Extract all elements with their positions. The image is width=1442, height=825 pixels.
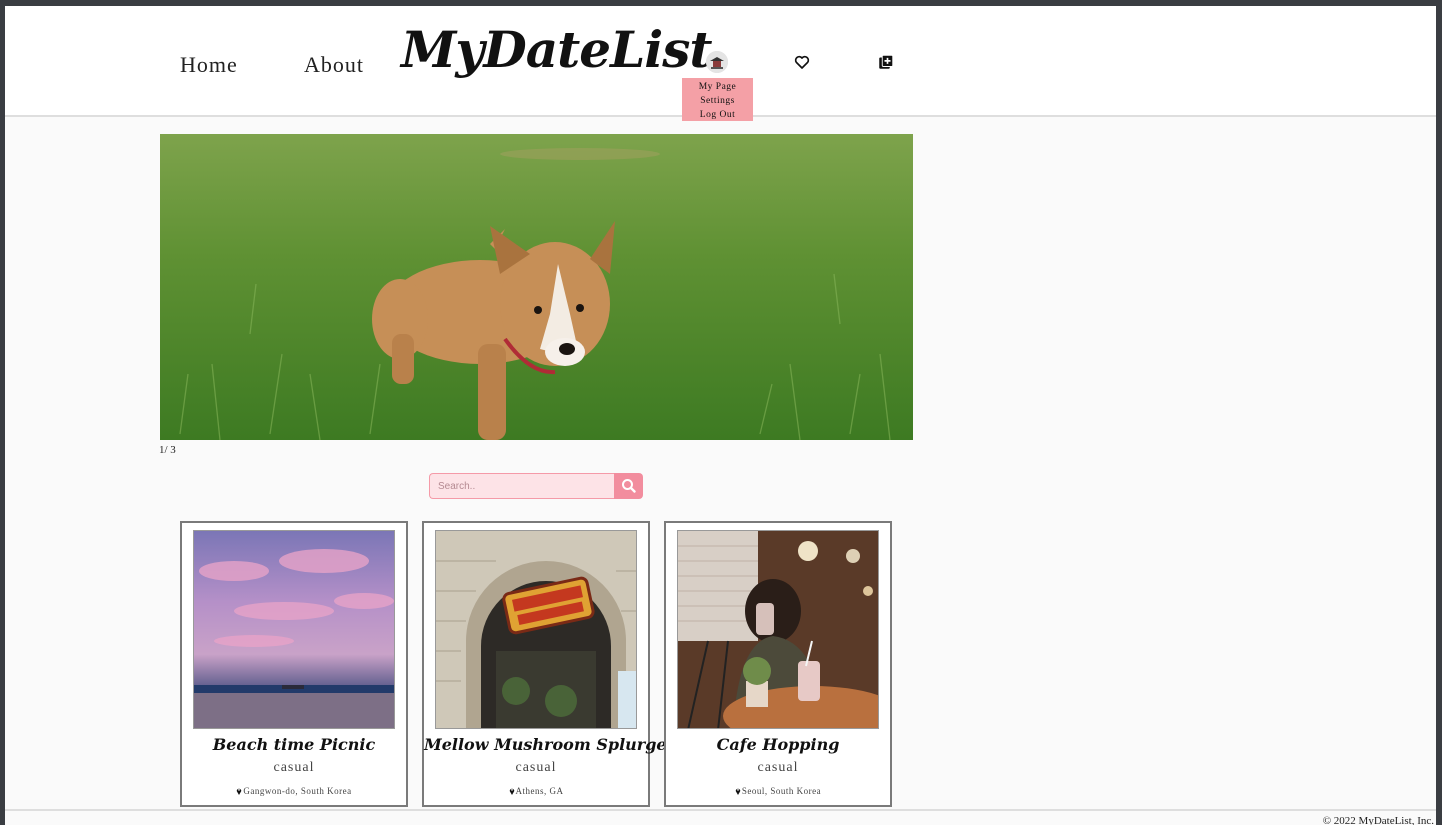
browser-viewport: Home About MyDateList My Page Settings L… xyxy=(5,6,1436,825)
avatar-image xyxy=(706,51,728,73)
date-card[interactable]: Beach time Picnic casual Gangwon-do, Sou… xyxy=(180,521,408,807)
card-tag: casual xyxy=(273,760,315,775)
card-tag: casual xyxy=(515,760,557,775)
menu-item-log-out[interactable]: Log Out xyxy=(682,108,753,122)
date-card[interactable]: Cafe Hopping casual Seoul, South Korea xyxy=(664,521,892,807)
card-location-text: Seoul, South Korea xyxy=(741,786,822,796)
search-button[interactable] xyxy=(614,473,643,499)
location-pin-icon xyxy=(735,788,741,795)
location-pin-icon xyxy=(509,788,514,795)
footer-copyright: © 2022 MyDateList, Inc. xyxy=(1322,815,1434,825)
user-avatar[interactable] xyxy=(706,51,728,73)
card-image-restaurant xyxy=(435,530,637,729)
card-location-text: Athens, GA xyxy=(515,786,564,796)
carousel-slide-counter: 1/ 3 xyxy=(159,444,176,456)
footer-divider xyxy=(5,809,1436,811)
card-title: Mellow Mushroom Splurge xyxy=(424,735,667,754)
hero-carousel-image[interactable] xyxy=(160,134,913,440)
search-form xyxy=(429,473,643,499)
corgi-photo xyxy=(160,134,913,440)
menu-item-my-page[interactable]: My Page xyxy=(682,80,753,94)
card-title: Beach time Picnic xyxy=(212,735,376,754)
card-location-text: Gangwon-do, South Korea xyxy=(243,786,352,796)
site-header: Home About MyDateList My Page Settings L… xyxy=(5,6,1436,121)
search-icon xyxy=(622,479,636,493)
menu-item-settings[interactable]: Settings xyxy=(682,94,753,108)
card-location: Gangwon-do, South Korea xyxy=(182,786,406,796)
nav-about-link[interactable]: About xyxy=(304,52,364,78)
user-dropdown-menu: My Page Settings Log Out xyxy=(682,78,753,121)
card-location: Athens, GA xyxy=(424,786,648,796)
location-pin-icon xyxy=(237,788,242,795)
site-logo[interactable]: MyDateList xyxy=(401,20,712,79)
search-input[interactable] xyxy=(429,473,615,499)
date-card[interactable]: Mellow Mushroom Splurge casual Athens, G… xyxy=(422,521,667,807)
heart-icon[interactable] xyxy=(793,53,811,71)
card-tag: casual xyxy=(757,760,799,775)
card-title: Cafe Hopping xyxy=(716,735,840,754)
nav-home-link[interactable]: Home xyxy=(180,52,238,78)
add-list-icon[interactable] xyxy=(877,53,895,71)
card-image-cafe xyxy=(677,530,879,729)
card-location: Seoul, South Korea xyxy=(666,786,890,796)
card-image-beach xyxy=(193,530,395,729)
